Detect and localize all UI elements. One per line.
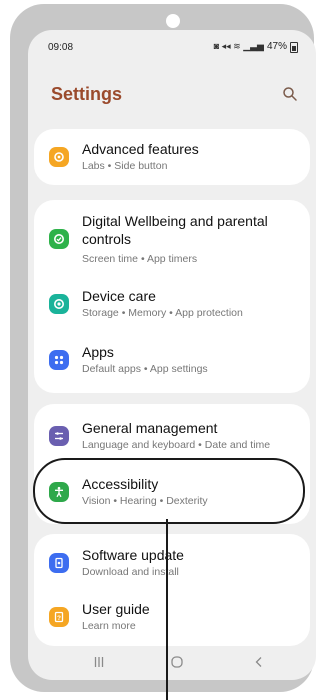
recent-apps-icon [94, 657, 104, 667]
apps-grid-icon [49, 350, 69, 370]
settings-group-1: Advanced features Labs • Side button [34, 129, 310, 185]
battery-percentage: 47% [266, 41, 287, 52]
item-subtitle: Language and keyboard • Date and time [82, 439, 271, 451]
menu-item-general-management[interactable]: General management Language and keyboard… [34, 411, 310, 461]
sliders-icon [49, 426, 69, 446]
item-subtitle: Download and install [82, 566, 179, 578]
status-time: 09:08 [48, 42, 74, 53]
user-guide-icon: ? [49, 607, 69, 627]
menu-item-software-update[interactable]: Software update Download and install [34, 538, 310, 588]
back-icon [255, 657, 262, 667]
item-title: Advanced features [82, 141, 199, 157]
settings-group-2: Digital Wellbeing and parental controls … [34, 200, 310, 393]
item-subtitle: Default apps • App settings [82, 363, 208, 375]
star-gear-icon [49, 147, 69, 167]
item-title: Device care [82, 288, 156, 304]
software-update-icon [49, 553, 69, 573]
back-button[interactable] [244, 650, 274, 674]
pointer-line [166, 519, 168, 700]
item-subtitle: Screen time • App timers [82, 253, 198, 265]
front-camera [166, 14, 180, 28]
status-bar: 09:08 ◙ ◂◂ ≋ ▁▃▅ 47% [28, 30, 316, 56]
item-title: Software update [82, 547, 184, 563]
navigation-bar [28, 644, 316, 680]
device-care-icon [49, 294, 69, 314]
item-title: Apps [82, 344, 114, 360]
status-icons: ◙ ◂◂ ≋ ▁▃▅ 47% [213, 41, 298, 53]
item-title: Digital Wellbeing and parental controls [82, 213, 268, 247]
highlight-ellipse [33, 458, 305, 524]
menu-item-device-care[interactable]: Device care Storage • Memory • App prote… [34, 279, 310, 329]
menu-item-apps[interactable]: Apps Default apps • App settings [34, 335, 310, 385]
page-title: Settings [51, 84, 123, 104]
svg-text:?: ? [57, 615, 61, 622]
settings-group-4: Software update Download and install ? U… [34, 534, 310, 646]
item-title: General management [82, 420, 218, 436]
home-icon [171, 656, 183, 668]
item-subtitle: Storage • Memory • App protection [82, 307, 243, 319]
notification-icons: ◙ ◂◂ ≋ ▁▃▅ [213, 41, 264, 51]
wellbeing-icon [49, 229, 69, 249]
item-title: User guide [82, 601, 150, 617]
item-subtitle: Labs • Side button [82, 160, 168, 172]
screen: 09:08 ◙ ◂◂ ≋ ▁▃▅ 47% Settings Advanced f… [28, 30, 316, 680]
item-subtitle: Learn more [82, 620, 136, 632]
menu-item-user-guide[interactable]: ? User guide Learn more [34, 592, 310, 642]
search-icon[interactable] [282, 86, 298, 102]
phone-frame: 09:08 ◙ ◂◂ ≋ ▁▃▅ 47% Settings Advanced f… [10, 4, 316, 692]
menu-item-advanced-features[interactable]: Advanced features Labs • Side button [34, 132, 310, 182]
recent-apps-button[interactable] [84, 650, 114, 674]
menu-item-digital-wellbeing[interactable]: Digital Wellbeing and parental controls … [34, 206, 310, 272]
battery-icon [290, 42, 298, 53]
